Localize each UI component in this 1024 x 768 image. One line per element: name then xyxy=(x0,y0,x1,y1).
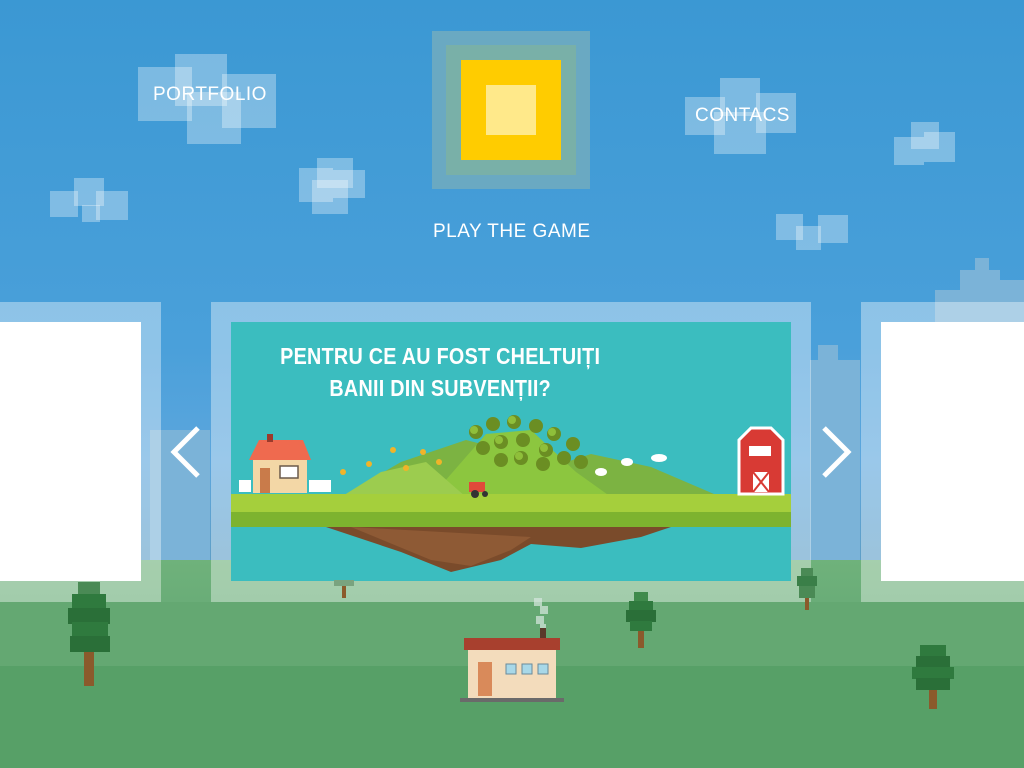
play-game-link[interactable]: PLAY THE GAME xyxy=(433,221,591,243)
farm-island-illustration xyxy=(231,415,791,572)
pine-tree-icon xyxy=(797,568,817,610)
house-icon[interactable] xyxy=(460,596,564,704)
pine-tree-icon xyxy=(334,580,354,598)
pine-tree-icon xyxy=(912,645,954,709)
next-slide-panel[interactable] xyxy=(881,322,1024,581)
chevron-left-icon[interactable] xyxy=(164,422,204,482)
nav-portfolio-link[interactable]: PORTFOLIO xyxy=(153,84,267,106)
logo-square-icon[interactable] xyxy=(432,31,590,189)
chevron-right-icon[interactable] xyxy=(818,422,858,482)
nav-contacts-link[interactable]: CONTACS xyxy=(695,105,790,127)
prev-slide-panel[interactable] xyxy=(0,322,141,581)
pine-tree-icon xyxy=(68,582,110,686)
active-slide[interactable]: PENTRU CE AU FOST CHELTUIȚI BANII DIN SU… xyxy=(231,322,791,581)
pine-tree-icon xyxy=(626,592,656,648)
